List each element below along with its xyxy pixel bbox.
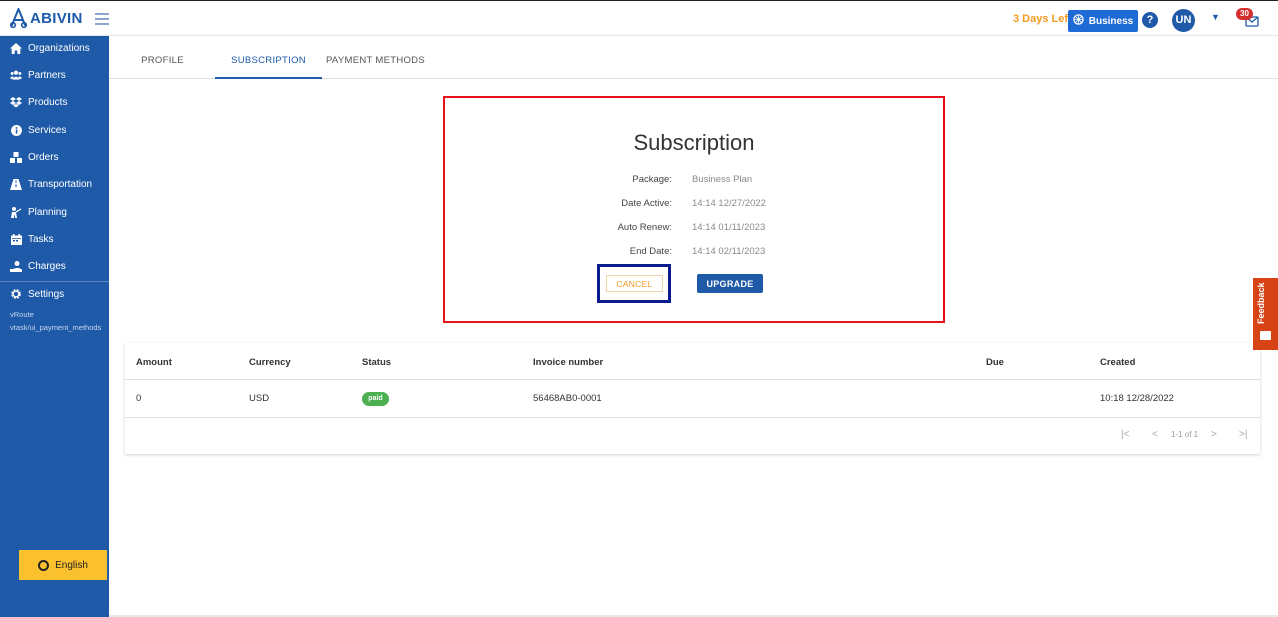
users-icon: [10, 69, 22, 81]
first-page-icon[interactable]: |<: [1121, 429, 1129, 440]
sidebar-item-settings[interactable]: Settings: [0, 282, 109, 306]
sidebar-item-label: Planning: [28, 206, 67, 218]
column-header-invoice-number[interactable]: Invoice number: [533, 357, 603, 368]
account-tabs: PROFILE SUBSCRIPTION PAYMENT METHODS: [109, 36, 1278, 79]
chevron-down-icon[interactable]: ▼: [1211, 12, 1220, 22]
sidebar-item-label: Services: [28, 124, 67, 136]
last-page-icon[interactable]: >|: [1239, 429, 1247, 440]
sidebar-item-label: Tasks: [28, 233, 54, 245]
abivin-logo-icon: [10, 8, 27, 28]
help-circle-icon[interactable]: ?: [1142, 12, 1158, 28]
home-icon: [10, 42, 22, 54]
gear-icon: [10, 288, 22, 300]
sidebar-item-orders[interactable]: Orders: [0, 145, 109, 169]
sidebar-item-label: Organizations: [28, 42, 90, 54]
sidebar-meta-route: vtask/ui_payment_methods: [10, 323, 102, 332]
cell-currency: USD: [249, 393, 270, 404]
column-header-due[interactable]: Due: [986, 357, 1004, 368]
sidebar-item-transportation[interactable]: Transportation: [0, 172, 109, 196]
sidebar-item-label: Partners: [28, 69, 66, 81]
tab-subscription[interactable]: SUBSCRIPTION: [215, 36, 322, 79]
cell-invoice-number: 56468AB0-0001: [533, 393, 602, 404]
header-divider: [125, 379, 1260, 380]
dharma-wheel-icon: [1073, 14, 1084, 28]
sidebar-item-label: Transportation: [28, 178, 93, 190]
sidebar-meta-app: vRoute: [10, 310, 34, 319]
date-active-value: 14:14 12/27/2022: [692, 198, 766, 209]
calendar-icon: [10, 233, 22, 245]
package-label: Package:: [632, 174, 672, 185]
logo[interactable]: ABIVIN: [10, 8, 83, 28]
person-chalkboard-icon: [10, 206, 22, 218]
previous-page-icon[interactable]: <: [1152, 429, 1158, 440]
info-icon: [10, 124, 22, 136]
sidebar-item-planning[interactable]: Planning: [0, 200, 109, 224]
cell-amount: 0: [136, 393, 142, 404]
subscription-card: Subscription Package: Business Plan Date…: [443, 96, 945, 323]
row-divider: [125, 417, 1260, 418]
feedback-icon: [1260, 331, 1271, 340]
top-bar: ABIVIN 3 Days Left Business ? UN ▼ 30: [0, 0, 1278, 36]
sidebar-item-label: Charges: [28, 260, 66, 272]
sidebar: Organizations Partners Products Services…: [0, 36, 109, 617]
cancel-highlight-box: CANCEL: [597, 264, 671, 303]
user-avatar[interactable]: UN: [1172, 9, 1195, 32]
trial-days-left: 3 Days Left: [1013, 13, 1072, 25]
sidebar-item-products[interactable]: Products: [0, 90, 109, 114]
sidebar-item-organizations[interactable]: Organizations: [0, 36, 109, 60]
dropbox-icon: [10, 96, 22, 108]
end-date-value: 14:14 02/11/2023: [692, 246, 766, 257]
language-icon: [38, 559, 50, 571]
upgrade-button[interactable]: UPGRADE: [697, 274, 763, 293]
status-badge: paid: [362, 392, 389, 406]
language-label: English: [55, 559, 88, 571]
sidebar-item-label: Orders: [28, 151, 59, 163]
cell-created: 10:18 12/28/2022: [1100, 393, 1174, 404]
business-plan-button[interactable]: Business: [1068, 10, 1138, 32]
sidebar-item-partners[interactable]: Partners: [0, 63, 109, 87]
road-icon: [10, 178, 22, 190]
column-header-status[interactable]: Status: [362, 357, 391, 368]
tab-payment-methods[interactable]: PAYMENT METHODS: [322, 36, 429, 79]
cubes-icon: [10, 151, 22, 163]
column-header-created[interactable]: Created: [1100, 357, 1135, 368]
sidebar-item-label: Products: [28, 96, 68, 108]
column-header-currency[interactable]: Currency: [249, 357, 291, 368]
auto-renew-label: Auto Renew:: [617, 222, 672, 233]
package-value: Business Plan: [692, 174, 753, 185]
notification-count-badge: 30: [1236, 8, 1253, 20]
hamburger-menu-icon[interactable]: [95, 13, 109, 25]
feedback-label: Feedback: [1256, 282, 1266, 324]
next-page-icon[interactable]: >: [1211, 429, 1217, 440]
date-active-label: Date Active:: [621, 198, 672, 209]
feedback-tab[interactable]: Feedback: [1253, 278, 1278, 350]
pagination-range: 1-1 of 1: [1171, 430, 1199, 439]
logo-text: ABIVIN: [30, 9, 83, 27]
language-button[interactable]: English: [19, 550, 107, 580]
hand-holding-icon: [10, 260, 22, 272]
business-label: Business: [1088, 15, 1134, 27]
sidebar-item-services[interactable]: Services: [0, 118, 109, 142]
cancel-button[interactable]: CANCEL: [606, 275, 663, 292]
subscription-title: Subscription: [633, 130, 755, 155]
end-date-label: End Date:: [629, 246, 672, 257]
sidebar-item-charges[interactable]: Charges: [0, 254, 109, 278]
invoice-table: Amount Currency Status Invoice number Du…: [125, 343, 1260, 454]
sidebar-item-tasks[interactable]: Tasks: [0, 227, 109, 251]
sidebar-item-label: Settings: [28, 288, 65, 300]
column-header-amount[interactable]: Amount: [136, 357, 172, 368]
auto-renew-value: 14:14 01/11/2023: [692, 222, 766, 233]
tab-profile[interactable]: PROFILE: [115, 36, 210, 79]
